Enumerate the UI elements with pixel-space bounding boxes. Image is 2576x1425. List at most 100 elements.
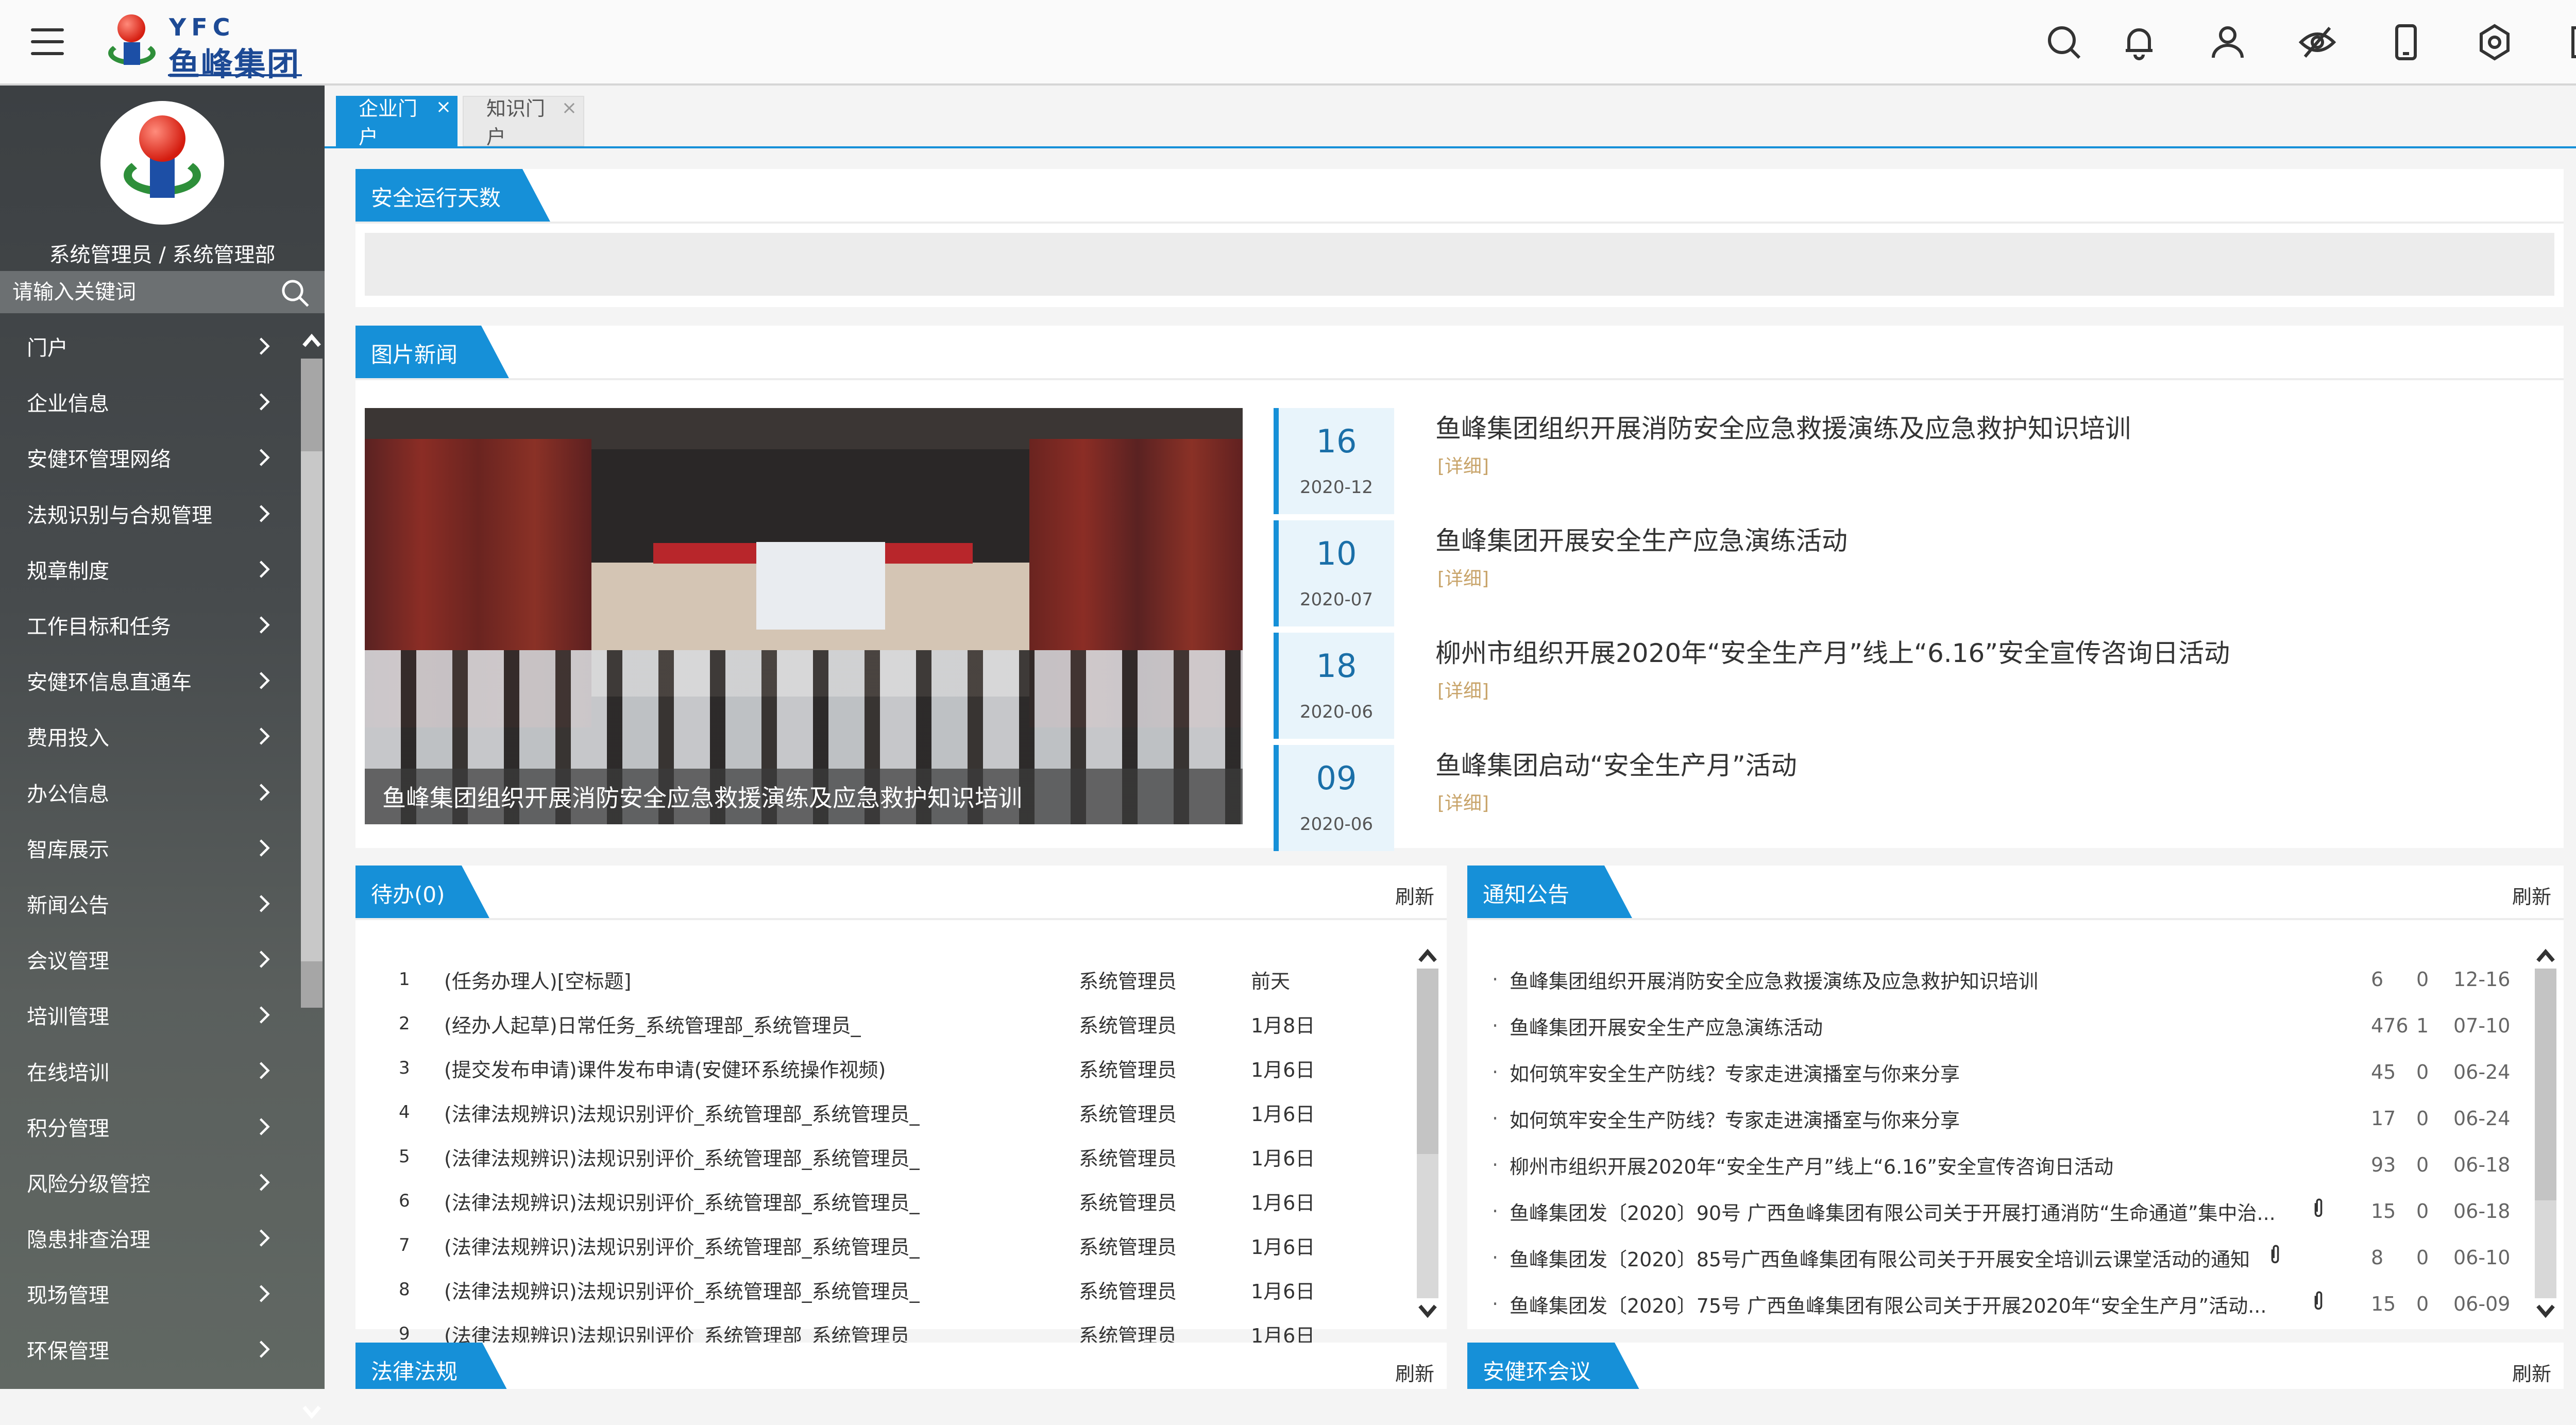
notice-title[interactable]: 鱼峰集团组织开展消防安全应急救援演练及应急救护知识培训 xyxy=(1510,965,2038,994)
row-date: 1月6日 xyxy=(1251,1102,1315,1126)
sidebar-item[interactable]: 环保管理 xyxy=(0,1321,299,1377)
bullet-icon: · xyxy=(1492,1246,1499,1269)
list-item[interactable]: · 鱼峰集团发〔2020〕75号 广西鱼峰集团有限公司关于开展2020年“安全生产… xyxy=(1467,1282,2529,1326)
refresh-button[interactable]: 刷新 xyxy=(1395,1358,1434,1386)
tab-bar: 企业门户 × 知识门户 × xyxy=(325,86,2576,148)
refresh-button[interactable]: 刷新 xyxy=(2512,881,2551,909)
mobile-icon[interactable] xyxy=(2385,22,2427,63)
sidebar-item[interactable]: 在线培训 xyxy=(0,1043,299,1098)
search-input[interactable] xyxy=(0,271,268,313)
notice-title[interactable]: 柳州市组织开展2020年“安全生产月”线上“6.16”安全宣传咨询日活动 xyxy=(1510,1151,2113,1179)
sidebar-item[interactable]: 门户 xyxy=(0,318,299,374)
list-item[interactable]: · 柳州市组织开展2020年“安全生产月”线上“6.16”安全宣传咨询日活动 93 0… xyxy=(1467,1143,2529,1187)
sidebar-item[interactable]: 企业信息 xyxy=(0,374,299,430)
notice-title[interactable]: 鱼峰集团发〔2020〕75号 广西鱼峰集团有限公司关于开展2020年“安全生产月… xyxy=(1510,1290,2266,1318)
row-title[interactable]: (任务办理人)[空标题] xyxy=(444,965,631,994)
table-row[interactable]: 7 (法律法规辨识)法规识别评价_系统管理部_系统管理员_ 系统管理员 1月6日 xyxy=(355,1223,1406,1267)
refresh-button[interactable]: 刷新 xyxy=(1395,881,1434,909)
sidebar-item[interactable]: 积分管理 xyxy=(0,1099,299,1155)
logout-icon[interactable] xyxy=(2563,22,2576,63)
tab-enterprise-portal[interactable]: 企业门户 × xyxy=(336,96,457,148)
news-title[interactable]: 鱼峰集团启动“安全生产月”活动 xyxy=(1435,745,1797,782)
row-title[interactable]: (法律法规辨识)法规识别评价_系统管理部_系统管理员_ xyxy=(444,1276,920,1304)
news-detail-link[interactable]: [详细] xyxy=(1437,676,1489,703)
notice-title[interactable]: 如何筑牢安全生产防线？专家走进演播室与你来分享 xyxy=(1510,1105,1960,1133)
table-row[interactable]: 5 (法律法规辨识)法规识别评价_系统管理部_系统管理员_ 系统管理员 1月6日 xyxy=(355,1134,1406,1179)
notice-title[interactable]: 鱼峰集团开展安全生产应急演练活动 xyxy=(1510,1012,1823,1040)
todo-scrollbar[interactable] xyxy=(1415,943,1440,1329)
news-detail-link[interactable]: [详细] xyxy=(1437,788,1489,815)
sidebar-item[interactable]: 规章制度 xyxy=(0,541,299,597)
news-year-month: 2020-07 xyxy=(1299,589,1374,610)
refresh-button[interactable]: 刷新 xyxy=(2512,1358,2551,1386)
row-title[interactable]: (法律法规辨识)法规识别评价_系统管理部_系统管理员_ xyxy=(444,1231,920,1260)
sidebar-item[interactable]: 现场管理 xyxy=(0,1266,299,1321)
row-title[interactable]: (法律法规辨识)法规识别评价_系统管理部_系统管理员_ xyxy=(444,1187,920,1215)
chevron-right-icon xyxy=(257,1228,272,1248)
sidebar-item[interactable]: 智库展示 xyxy=(0,820,299,876)
notice-scrollbar[interactable] xyxy=(2533,943,2558,1329)
view-count: 6 xyxy=(2371,968,2384,991)
news-title[interactable]: 鱼峰集团组织开展消防安全应急救援演练及应急救护知识培训 xyxy=(1435,408,2131,445)
sidebar-item[interactable]: 费用投入 xyxy=(0,708,299,764)
sidebar-item[interactable]: 培训管理 xyxy=(0,987,299,1043)
notice-title[interactable]: 鱼峰集团发〔2020〕85号广西鱼峰集团有限公司关于开展安全培训云课堂活动的通知 xyxy=(1510,1244,2250,1272)
sidebar-item[interactable]: 办公信息 xyxy=(0,765,299,820)
row-date: 1月6日 xyxy=(1251,1147,1315,1170)
list-item[interactable]: · 鱼峰集团发〔2020〕85号广西鱼峰集团有限公司关于开展安全培训云课堂活动的通… xyxy=(1467,1235,2529,1280)
notice-title[interactable]: 鱼峰集团发〔2020〕90号 广西鱼峰集团有限公司关于开展打通消防“生命通道”集… xyxy=(1510,1197,2276,1226)
row-title[interactable]: (法律法规辨识)法规识别评价_系统管理部_系统管理员_ xyxy=(444,1098,920,1127)
company-logo[interactable]: YFC 鱼峰集团 xyxy=(108,11,304,83)
sidebar-item[interactable]: 风险分级管控 xyxy=(0,1155,299,1210)
bell-icon[interactable] xyxy=(2119,22,2160,63)
list-item[interactable]: · 鱼峰集团发〔2020〕90号 广西鱼峰集团有限公司关于开展打通消防“生命通道”… xyxy=(1467,1189,2529,1233)
settings-icon[interactable] xyxy=(2474,22,2515,63)
row-title[interactable]: (经办人起草)日常任务_系统管理部_系统管理员_ xyxy=(444,1010,861,1038)
sidebar-item[interactable]: 隐患排查治理 xyxy=(0,1210,299,1266)
tab-knowledge-portal[interactable]: 知识门户 × xyxy=(463,96,584,148)
list-item[interactable]: · 如何筑牢安全生产防线？专家走进演播室与你来分享 45 0 06-24 xyxy=(1467,1050,2529,1094)
news-title[interactable]: 柳州市组织开展2020年“安全生产月”线上“6.16”安全宣传咨询日活动 xyxy=(1435,633,2230,670)
photo-caption[interactable]: 鱼峰集团组织开展消防安全应急救援演练及应急救护知识培训 xyxy=(365,769,1243,824)
list-item[interactable]: · 鱼峰集团组织开展消防安全应急救援演练及应急救护知识培训 6 0 12-16 xyxy=(1467,957,2529,1002)
search-icon[interactable] xyxy=(2043,22,2084,63)
row-date: 1月6日 xyxy=(1251,1058,1315,1081)
table-row[interactable]: 8 (法律法规辨识)法规识别评价_系统管理部_系统管理员_ 系统管理员 1月6日 xyxy=(355,1267,1406,1312)
search-icon[interactable] xyxy=(278,276,312,310)
sidebar-item-label: 门户 xyxy=(27,336,68,361)
panel-title: 安全运行天数 xyxy=(355,169,551,224)
sidebar-scrollbar[interactable] xyxy=(299,328,325,1419)
notice-title[interactable]: 如何筑牢安全生产防线？专家走进演播室与你来分享 xyxy=(1510,1058,1960,1087)
sidebar-item[interactable]: 工作目标和任务 xyxy=(0,597,299,653)
sidebar-item[interactable]: 新闻公告 xyxy=(0,876,299,931)
chevron-right-icon xyxy=(257,1339,272,1360)
user-icon[interactable] xyxy=(2207,22,2248,63)
news-photo[interactable]: 鱼峰集团组织开展消防安全应急救援演练及应急救护知识培训 xyxy=(365,408,1243,824)
news-title[interactable]: 鱼峰集团开展安全生产应急演练活动 xyxy=(1435,520,1848,557)
list-item[interactable]: · 鱼峰集团开展安全生产应急演练活动 476 1 07-10 xyxy=(1467,1004,2529,1048)
row-title[interactable]: (提交发布申请)课件发布申请(安健环系统操作视频) xyxy=(444,1054,886,1082)
news-detail-link[interactable]: [详细] xyxy=(1437,564,1489,590)
logo-en-text: YFC xyxy=(169,13,235,41)
sidebar-item[interactable]: 法规识别与合规管理 xyxy=(0,486,299,541)
table-row[interactable]: 6 (法律法规辨识)法规识别评价_系统管理部_系统管理员_ 系统管理员 1月6日 xyxy=(355,1179,1406,1223)
sidebar-item[interactable]: 安健环信息直通车 xyxy=(0,653,299,708)
avatar[interactable] xyxy=(100,101,224,225)
table-row[interactable]: 1 (任务办理人)[空标题] 系统管理员 前天 xyxy=(355,957,1406,1002)
todo-panel: 待办(0) 刷新 1 (任务办理人)[空标题] 系统管理员 前天 2 (经办人起草)日常任… xyxy=(355,866,1447,1347)
table-row[interactable]: 4 (法律法规辨识)法规识别评价_系统管理部_系统管理员_ 系统管理员 1月6日 xyxy=(355,1090,1406,1134)
close-icon[interactable]: × xyxy=(436,98,451,116)
news-detail-link[interactable]: [详细] xyxy=(1437,451,1489,478)
row-title[interactable]: (法律法规辨识)法规识别评价_系统管理部_系统管理员_ xyxy=(444,1143,920,1171)
sidebar-item[interactable]: 安健环管理网络 xyxy=(0,430,299,485)
logo-cn-text: 鱼峰集团 xyxy=(168,45,300,83)
menu-toggle-icon[interactable] xyxy=(31,28,64,55)
table-row[interactable]: 3 (提交发布申请)课件发布申请(安健环系统操作视频) 系统管理员 1月6日 xyxy=(355,1046,1406,1090)
list-item[interactable]: · 如何筑牢安全生产防线？专家走进演播室与你来分享 17 0 06-24 xyxy=(1467,1096,2529,1141)
sidebar-item[interactable]: 会议管理 xyxy=(0,931,299,987)
row-number: 6 xyxy=(399,1191,410,1211)
sidebar-menu: 门户企业信息 安健环管理网络 法规识别与合规管理 规章制度 工作目标和任务 安健环信息直通… xyxy=(0,318,299,1378)
eye-off-icon[interactable] xyxy=(2297,22,2338,63)
table-row[interactable]: 2 (经办人起草)日常任务_系统管理部_系统管理员_ 系统管理员 1月8日 xyxy=(355,1002,1406,1046)
close-icon[interactable]: × xyxy=(562,99,577,117)
